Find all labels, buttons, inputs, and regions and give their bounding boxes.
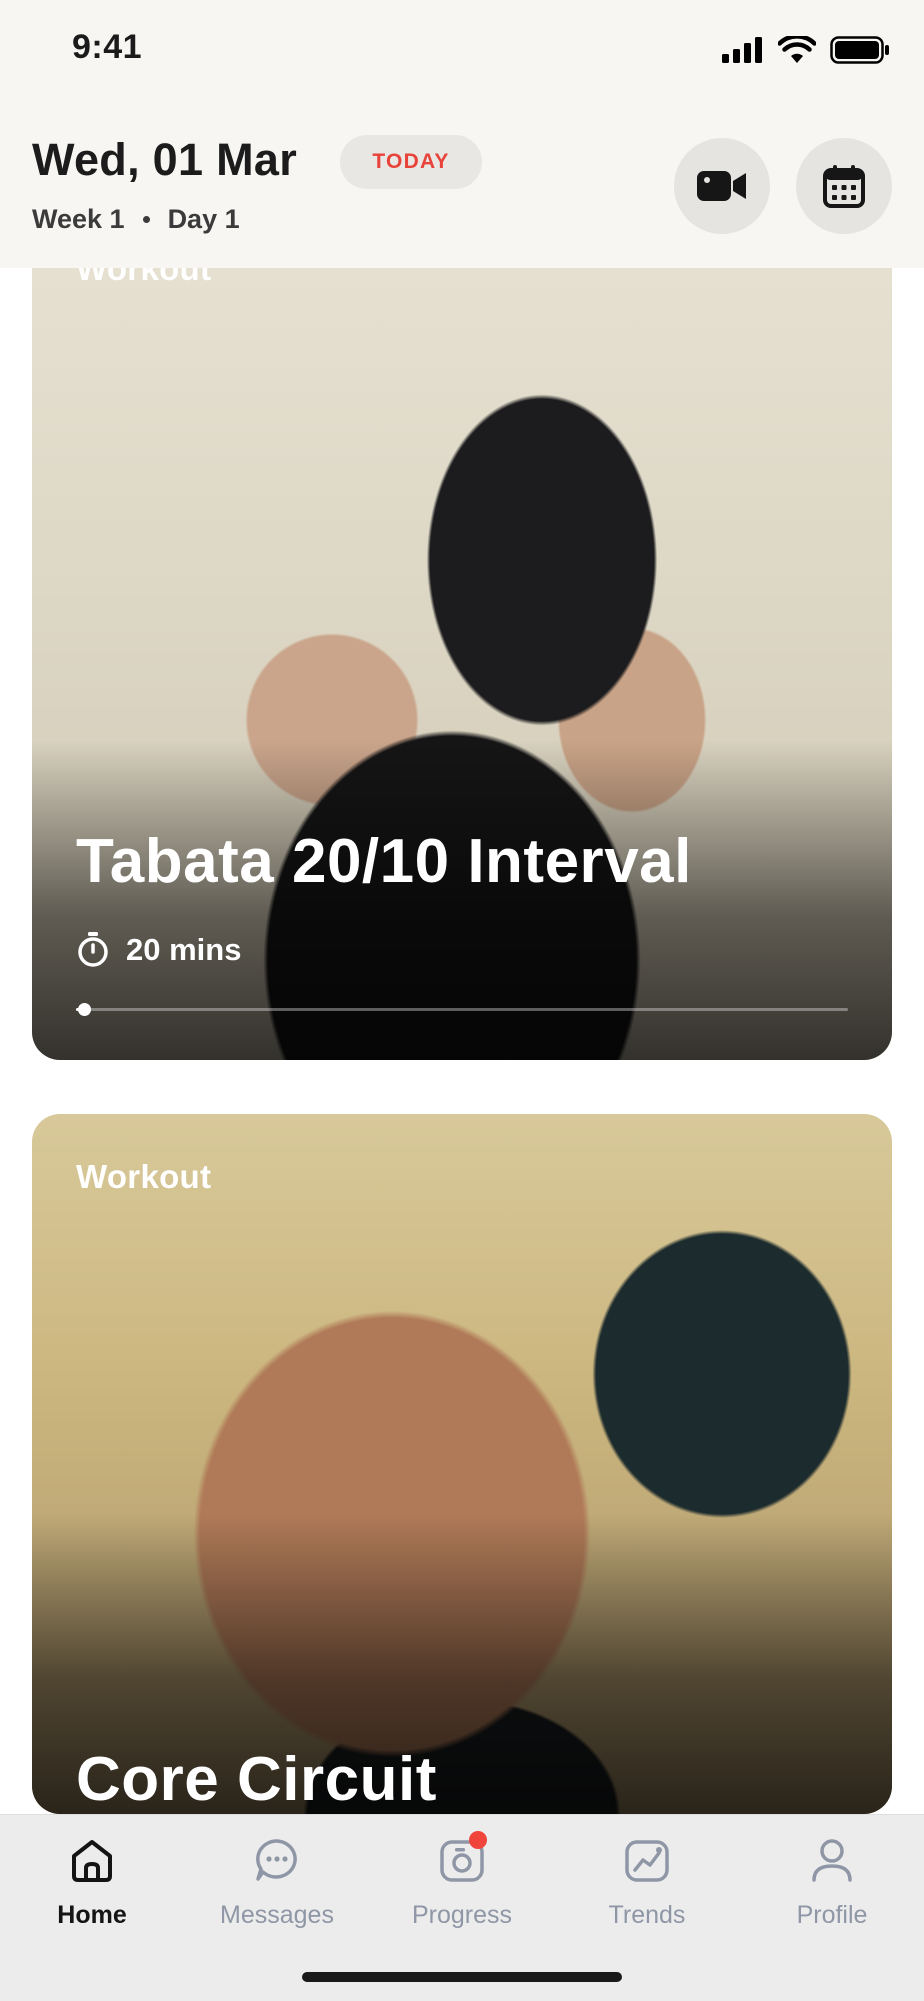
stopwatch-icon [78, 932, 108, 967]
tab-label: Progress [411, 1901, 513, 1929]
battery-icon [830, 36, 889, 64]
video-call-button[interactable] [674, 138, 770, 234]
wifi-icon [778, 36, 816, 63]
separator-dot [142, 216, 150, 223]
trend-chart-icon [620, 1833, 674, 1887]
tab-profile[interactable]: Profile [740, 1833, 924, 1930]
workout-progress-track [76, 1003, 848, 1016]
tab-messages[interactable]: Messages [185, 1833, 369, 1930]
workout-duration: 20 mins [76, 932, 241, 968]
week-day-row: Week 1 Day 1 [32, 204, 240, 235]
camera-icon [435, 1831, 489, 1887]
calendar-icon [823, 165, 865, 208]
card-gradient-overlay [32, 740, 892, 1060]
tab-label: Messages [220, 1901, 334, 1929]
calendar-button[interactable] [796, 138, 892, 234]
week-label: Week 1 [32, 204, 125, 234]
status-icons [722, 36, 890, 64]
day-label: Day 1 [167, 204, 240, 234]
workout-title: Core Circuit [76, 1745, 437, 1814]
workout-card-tabata[interactable]: Workout Tabata 20/10 Interval 20 mins [32, 200, 892, 1060]
video-camera-icon [697, 171, 746, 201]
chat-bubble-icon [250, 1833, 304, 1887]
status-bar: 9:41 [0, 0, 924, 100]
today-badge[interactable]: TODAY [340, 135, 482, 189]
tab-label: Home [57, 1901, 127, 1929]
tab-label: Profile [796, 1901, 868, 1929]
person-icon [805, 1833, 859, 1887]
status-time: 9:41 [72, 28, 143, 66]
date-header: Wed, 01 Mar TODAY Week 1 Day 1 [0, 100, 924, 268]
workout-kicker: Workout [76, 1158, 212, 1195]
tab-home[interactable]: Home [0, 1833, 184, 1930]
tab-progress[interactable]: Progress [370, 1831, 554, 1930]
tab-trends[interactable]: Trends [555, 1833, 739, 1930]
duration-label: 20 mins [126, 932, 242, 967]
tab-label: Trends [608, 1901, 686, 1929]
date-title: Wed, 01 Mar [32, 134, 298, 185]
home-icon [65, 1833, 119, 1887]
cellular-signal-icon [722, 37, 762, 63]
workout-progress-knob [77, 1003, 91, 1016]
home-indicator [302, 1972, 622, 1982]
notification-dot [469, 1831, 487, 1849]
workout-title: Tabata 20/10 Interval [76, 827, 692, 896]
workout-card-core-circuit[interactable]: Workout Core Circuit [32, 1114, 892, 1814]
